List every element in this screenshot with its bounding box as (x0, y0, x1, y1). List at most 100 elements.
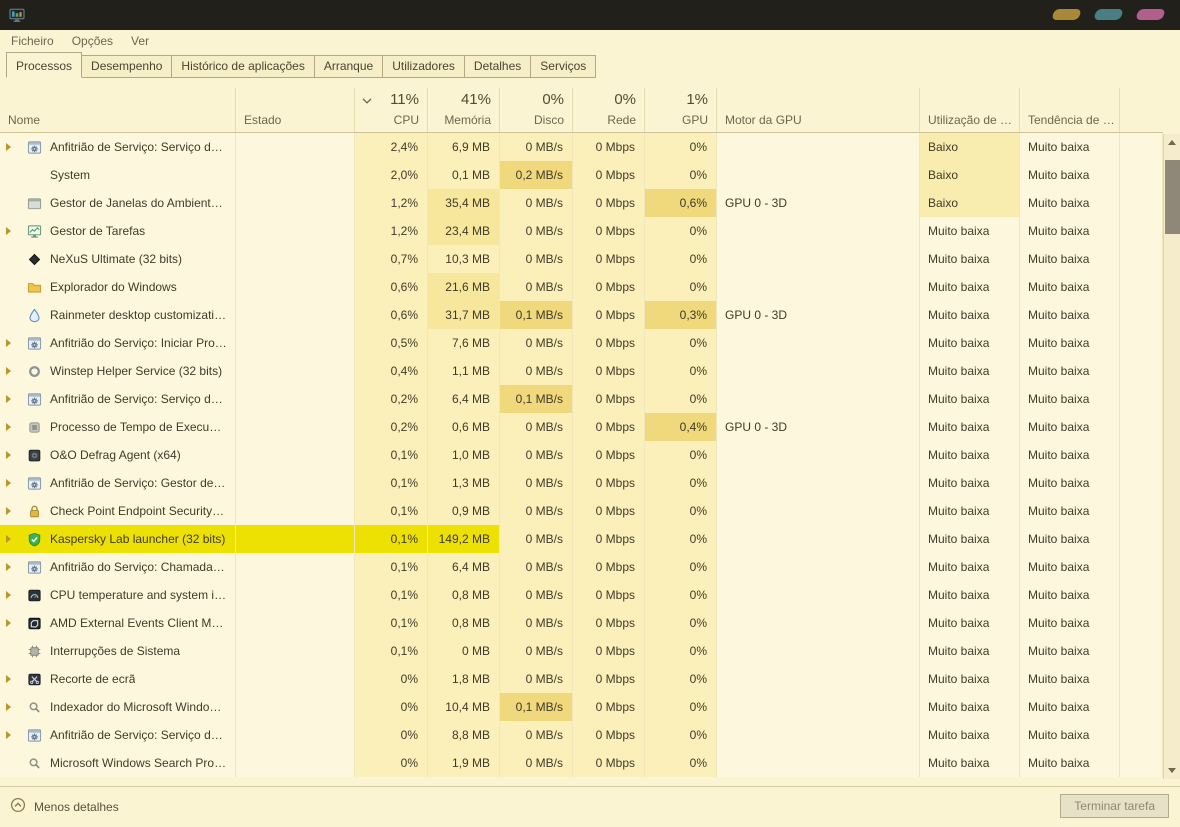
process-row[interactable]: AMD External Events Client Mo… 0,1% 0,8 … (0, 609, 1163, 637)
expand-arrow-icon[interactable] (6, 423, 18, 431)
gpu-engine-cell (717, 693, 920, 721)
titlebar[interactable] (0, 0, 1180, 30)
process-row[interactable]: Anfitrião de Serviço: Gestor de … 0,1% 1… (0, 469, 1163, 497)
expand-arrow-icon[interactable] (6, 535, 18, 543)
gpu-cell: 0% (645, 441, 717, 469)
column-header-cpu[interactable]: 11% CPU (355, 88, 428, 132)
process-row[interactable]: Anfitrião do Serviço: Iniciar Proc… 0,5%… (0, 329, 1163, 357)
filler-cell (1120, 357, 1163, 385)
tab-utilizadores[interactable]: Utilizadores (382, 55, 465, 78)
tab-servicos[interactable]: Serviços (530, 55, 596, 78)
process-row[interactable]: Gestor de Janelas do Ambiente … 1,2% 35,… (0, 189, 1163, 217)
expand-arrow-icon[interactable] (6, 675, 18, 683)
tab-arranque[interactable]: Arranque (314, 55, 383, 78)
task-manager-window: Ficheiro Opções Ver Processos Desempenho… (0, 0, 1180, 827)
scroll-down-icon[interactable] (1164, 762, 1180, 779)
process-name-cell: Rainmeter desktop customizati… (0, 301, 236, 329)
power-trend-cell: Muito baixa (1020, 217, 1120, 245)
column-header-memoria[interactable]: 41% Memória (428, 88, 500, 132)
process-row[interactable]: Explorador do Windows 0,6% 21,6 MB 0 MB/… (0, 273, 1163, 301)
process-row[interactable]: Check Point Endpoint Security … 0,1% 0,9… (0, 497, 1163, 525)
column-header-gpu[interactable]: 1% GPU (645, 88, 717, 132)
power-usage-cell: Baixo (920, 161, 1020, 189)
expand-arrow-icon[interactable] (6, 367, 18, 375)
process-row[interactable]: Interrupções de Sistema 0,1% 0 MB 0 MB/s… (0, 637, 1163, 665)
column-header-utilizacao-de-energia[interactable]: Utilização de … (920, 88, 1020, 132)
gpu-engine-cell (717, 553, 920, 581)
network-cell: 0 Mbps (573, 329, 645, 357)
column-header-tendencia-de-energia[interactable]: Tendência de … (1020, 88, 1120, 132)
power-trend-cell: Muito baixa (1020, 637, 1120, 665)
process-row[interactable]: Anfitrião de Serviço: Serviço de … 0% 8,… (0, 721, 1163, 749)
close-icon[interactable] (1135, 9, 1165, 20)
process-row[interactable]: Rainmeter desktop customizati… 0,6% 31,7… (0, 301, 1163, 329)
process-row[interactable]: CPU temperature and system in… 0,1% 0,8 … (0, 581, 1163, 609)
menu-ver[interactable]: Ver (122, 32, 158, 50)
filler-cell (1120, 609, 1163, 637)
expand-arrow-icon[interactable] (6, 619, 18, 627)
process-row[interactable]: Processo de Tempo de Execuçã… 0,2% 0,6 M… (0, 413, 1163, 441)
status-cell (236, 581, 355, 609)
process-name: Anfitrião de Serviço: Serviço de … (50, 728, 227, 742)
column-header-rede[interactable]: 0% Rede (573, 88, 645, 132)
expand-arrow-icon[interactable] (6, 395, 18, 403)
column-header-estado[interactable]: Estado (236, 88, 355, 132)
menu-opcoes[interactable]: Opções (63, 32, 122, 50)
status-cell (236, 329, 355, 357)
expand-arrow-icon[interactable] (6, 507, 18, 515)
fewer-details-toggle[interactable]: Menos detalhes (10, 797, 119, 816)
expand-arrow-icon[interactable] (6, 703, 18, 711)
power-trend-cell: Muito baixa (1020, 357, 1120, 385)
tab-historico-de-aplicacoes[interactable]: Histórico de aplicações (171, 55, 314, 78)
filler-cell (1120, 525, 1163, 553)
tab-desempenho[interactable]: Desempenho (81, 55, 172, 78)
process-row[interactable]: Anfitrião de Serviço: Serviço de … 0,2% … (0, 385, 1163, 413)
snip-dark-icon (26, 671, 43, 687)
process-row[interactable]: System 2,0% 0,1 MB 0,2 MB/s 0 Mbps 0% Ba… (0, 161, 1163, 189)
process-row[interactable]: Anfitrião do Serviço: Chamada … 0,1% 6,4… (0, 553, 1163, 581)
expand-arrow-icon[interactable] (6, 591, 18, 599)
disk-cell: 0 MB/s (500, 637, 573, 665)
process-row[interactable]: Kaspersky Lab launcher (32 bits) 0,1% 14… (0, 525, 1163, 553)
column-label: Utilização de … (928, 113, 1011, 127)
column-header-disco[interactable]: 0% Disco (500, 88, 573, 132)
tab-processos[interactable]: Processos (6, 52, 82, 78)
scroll-up-icon[interactable] (1164, 134, 1180, 151)
expand-arrow-icon[interactable] (6, 339, 18, 347)
process-name-cell: Explorador do Windows (0, 273, 236, 301)
process-name-cell: Winstep Helper Service (32 bits) (0, 357, 236, 385)
column-header-nome[interactable]: Nome (0, 88, 236, 132)
process-row[interactable]: O&O Defrag Agent (x64) 0,1% 1,0 MB 0 MB/… (0, 441, 1163, 469)
maximize-icon[interactable] (1093, 9, 1123, 20)
expand-arrow-icon[interactable] (6, 227, 18, 235)
expand-arrow-icon[interactable] (6, 563, 18, 571)
process-row[interactable]: Anfitrião de Serviço: Serviço de … 2,4% … (0, 133, 1163, 161)
process-row[interactable]: Indexador do Microsoft Windo… 0% 10,4 MB… (0, 693, 1163, 721)
process-row[interactable]: NeXuS Ultimate (32 bits) 0,7% 10,3 MB 0 … (0, 245, 1163, 273)
process-row[interactable]: Winstep Helper Service (32 bits) 0,4% 1,… (0, 357, 1163, 385)
cpu-cell: 0,6% (355, 301, 428, 329)
network-cell: 0 Mbps (573, 721, 645, 749)
disk-cell: 0 MB/s (500, 329, 573, 357)
column-header-motor-da-gpu[interactable]: Motor da GPU (717, 88, 920, 132)
power-trend-cell: Muito baixa (1020, 469, 1120, 497)
end-task-button[interactable]: Terminar tarefa (1060, 794, 1169, 818)
scrollbar-thumb[interactable] (1165, 160, 1180, 234)
expand-arrow-icon[interactable] (6, 451, 18, 459)
expand-arrow-icon[interactable] (6, 479, 18, 487)
network-cell: 0 Mbps (573, 609, 645, 637)
filler-cell (1120, 245, 1163, 273)
process-row[interactable]: Gestor de Tarefas 1,2% 23,4 MB 0 MB/s 0 … (0, 217, 1163, 245)
vertical-scrollbar[interactable] (1163, 134, 1180, 779)
folder-icon (26, 279, 43, 295)
memory-cell: 0,6 MB (428, 413, 500, 441)
expand-arrow-icon[interactable] (6, 143, 18, 151)
tab-detalhes[interactable]: Detalhes (464, 55, 531, 78)
status-cell (236, 385, 355, 413)
process-row[interactable]: Microsoft Windows Search Prot… 0% 1,9 MB… (0, 749, 1163, 777)
filler-cell (1120, 497, 1163, 525)
minimize-icon[interactable] (1051, 9, 1081, 20)
process-row[interactable]: Recorte de ecrã 0% 1,8 MB 0 MB/s 0 Mbps … (0, 665, 1163, 693)
expand-arrow-icon[interactable] (6, 731, 18, 739)
menu-ficheiro[interactable]: Ficheiro (2, 32, 63, 50)
